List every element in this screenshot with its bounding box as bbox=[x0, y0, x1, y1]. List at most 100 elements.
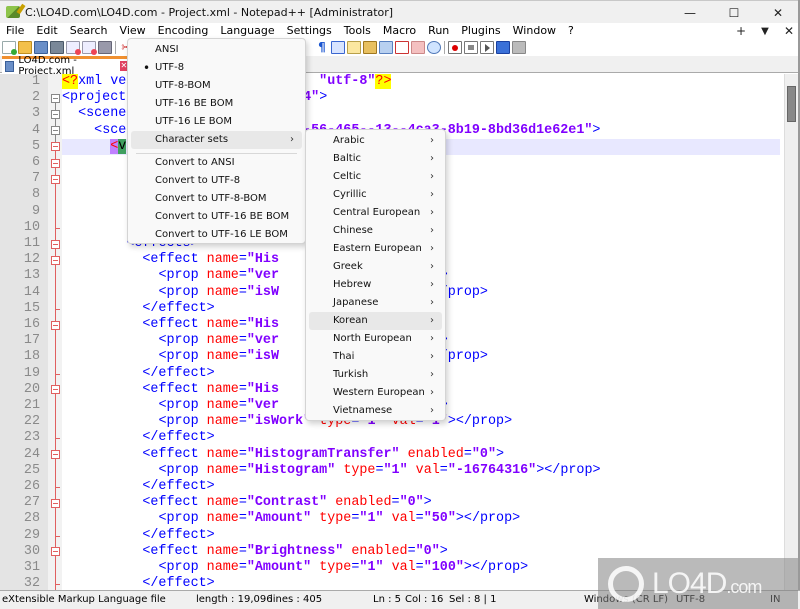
charset-item-vietnamese[interactable]: Vietnamese › bbox=[309, 402, 442, 420]
indent-guide-icon[interactable] bbox=[331, 41, 345, 54]
fold-toggle-icon[interactable] bbox=[51, 109, 60, 119]
code-line[interactable]: <prop name="Histogram" type="1" val="-16… bbox=[62, 463, 780, 479]
close-file-icon[interactable] bbox=[66, 41, 81, 55]
code-line[interactable]: </effect> bbox=[62, 479, 780, 495]
fold-toggle-icon[interactable] bbox=[51, 174, 60, 184]
menu-item-convert-to-ansi[interactable]: Convert to ANSI bbox=[131, 154, 302, 172]
document-list-icon[interactable] bbox=[379, 41, 393, 54]
tab-bar: LO4D.com - Project.xml ✕ bbox=[0, 55, 800, 77]
fold-toggle-icon[interactable] bbox=[51, 126, 60, 136]
charset-item-turkish[interactable]: Turkish › bbox=[309, 366, 442, 384]
vertical-scrollbar[interactable] bbox=[784, 74, 798, 590]
fold-toggle-icon[interactable] bbox=[51, 93, 60, 103]
menu-item-utf-8[interactable]: • UTF-8 bbox=[131, 59, 302, 77]
save-icon[interactable] bbox=[34, 41, 48, 54]
line-number-gutter: 1 2 3 4 5 6 7 8 9 10 11 12 13 14 15 16 17 18 19 20 21 22 23 24 2… bbox=[0, 74, 48, 590]
menu-item-convert-to-utf-16-le-bom[interactable]: Convert to UTF-16 LE BOM bbox=[131, 226, 302, 244]
code-token-tag: <effect bbox=[142, 252, 207, 268]
function-list-icon[interactable] bbox=[395, 41, 409, 54]
line-number: 7 bbox=[31, 171, 40, 187]
fold-toggle-icon[interactable] bbox=[51, 450, 60, 460]
menu-item-label: ANSI bbox=[155, 44, 179, 55]
monitoring-eye-icon[interactable] bbox=[427, 41, 441, 54]
fold-toggle-icon[interactable] bbox=[51, 239, 60, 249]
open-file-icon[interactable] bbox=[18, 41, 32, 54]
fold-toggle-icon[interactable] bbox=[51, 498, 60, 508]
menu-item-label: Chinese bbox=[333, 225, 373, 236]
code-token-val: "His bbox=[246, 381, 280, 397]
charset-item-baltic[interactable]: Baltic › bbox=[309, 150, 442, 168]
menu-item-utf-16-le-bom[interactable]: UTF-16 LE BOM bbox=[131, 113, 302, 131]
scrollbar-thumb[interactable] bbox=[787, 86, 796, 122]
charset-item-eastern-european[interactable]: Eastern European › bbox=[309, 240, 442, 258]
submenu-arrow-icon: › bbox=[430, 153, 434, 164]
charset-item-japanese[interactable]: Japanese › bbox=[309, 294, 442, 312]
document-map-icon[interactable] bbox=[363, 41, 377, 54]
tab-list-dropdown-icon[interactable]: ▼ bbox=[758, 26, 772, 37]
menu-plugins[interactable]: Plugins bbox=[455, 23, 506, 39]
charset-item-celtic[interactable]: Celtic › bbox=[309, 168, 442, 186]
code-line[interactable]: </effect> bbox=[62, 430, 780, 446]
code-token-attr: enabled bbox=[335, 495, 392, 511]
charset-item-cyrillic[interactable]: Cyrillic › bbox=[309, 186, 442, 204]
menu-window[interactable]: Window bbox=[507, 23, 562, 39]
close-window-button[interactable]: ✕ bbox=[756, 1, 800, 24]
charset-item-korean[interactable]: Korean › bbox=[309, 312, 442, 330]
maximize-button[interactable]: ☐ bbox=[712, 1, 756, 24]
minimize-button[interactable]: — bbox=[668, 1, 712, 24]
code-line[interactable]: <effect name="Contrast" enabled="0"> bbox=[62, 495, 780, 511]
menu-settings[interactable]: Settings bbox=[281, 23, 338, 39]
playback-macro-icon[interactable] bbox=[480, 41, 494, 54]
save-macro-icon[interactable] bbox=[512, 41, 526, 54]
menu-item-character-sets[interactable]: Character sets › bbox=[131, 131, 302, 149]
menu-search[interactable]: Search bbox=[64, 23, 114, 39]
save-all-icon[interactable] bbox=[50, 41, 64, 54]
charset-item-greek[interactable]: Greek › bbox=[309, 258, 442, 276]
menu-item-utf-8-bom[interactable]: UTF-8-BOM bbox=[131, 77, 302, 95]
new-file-icon[interactable] bbox=[2, 41, 17, 55]
menu-item-convert-to-utf-8-bom[interactable]: Convert to UTF-8-BOM bbox=[131, 190, 302, 208]
code-line[interactable]: <effect name="HistogramTransfer" enabled… bbox=[62, 447, 780, 463]
menu-item-convert-to-utf-16-be-bom[interactable]: Convert to UTF-16 BE BOM bbox=[131, 208, 302, 226]
menu-item-convert-to-utf-8[interactable]: Convert to UTF-8 bbox=[131, 172, 302, 190]
submenu-arrow-icon: › bbox=[430, 171, 434, 182]
close-all-icon[interactable] bbox=[82, 41, 97, 55]
fold-toggle-icon[interactable] bbox=[51, 142, 60, 152]
fold-toggle-icon[interactable] bbox=[51, 320, 60, 330]
fold-toggle-icon[interactable] bbox=[51, 547, 60, 557]
charset-item-western-european[interactable]: Western European › bbox=[309, 384, 442, 402]
charset-item-thai[interactable]: Thai › bbox=[309, 348, 442, 366]
charset-item-central-european[interactable]: Central European › bbox=[309, 204, 442, 222]
charset-item-arabic[interactable]: Arabic › bbox=[309, 132, 442, 150]
menu-file[interactable]: File bbox=[0, 23, 30, 39]
menu-encoding[interactable]: Encoding bbox=[151, 23, 215, 39]
show-all-characters-icon[interactable]: ¶ bbox=[315, 41, 329, 54]
charset-item-hebrew[interactable]: Hebrew › bbox=[309, 276, 442, 294]
menu-language[interactable]: Language bbox=[214, 23, 280, 39]
fold-toggle-icon[interactable] bbox=[51, 255, 60, 265]
folder-as-workspace-icon[interactable] bbox=[411, 41, 425, 54]
close-document-icon[interactable]: ✕ bbox=[782, 24, 796, 38]
tab-project-xml[interactable]: LO4D.com - Project.xml ✕ bbox=[2, 55, 128, 77]
stop-recording-icon[interactable] bbox=[464, 41, 478, 54]
menu-tools[interactable]: Tools bbox=[338, 23, 377, 39]
line-number: 25 bbox=[23, 462, 40, 478]
word-wrap-icon[interactable] bbox=[347, 41, 361, 54]
charset-item-chinese[interactable]: Chinese › bbox=[309, 222, 442, 240]
menu-edit[interactable]: Edit bbox=[30, 23, 63, 39]
menu-item-ansi[interactable]: ANSI bbox=[131, 41, 302, 59]
menu-view[interactable]: View bbox=[114, 23, 152, 39]
fold-toggle-icon[interactable] bbox=[51, 385, 60, 395]
new-tab-plus-icon[interactable]: + bbox=[734, 24, 748, 38]
run-macro-multiple-icon[interactable] bbox=[496, 41, 510, 54]
print-icon[interactable] bbox=[98, 41, 112, 54]
menu-macro[interactable]: Macro bbox=[377, 23, 422, 39]
menu-help[interactable]: ? bbox=[562, 23, 580, 39]
menu-item-utf-16-be-bom[interactable]: UTF-16 BE BOM bbox=[131, 95, 302, 113]
menu-run[interactable]: Run bbox=[422, 23, 455, 39]
record-macro-icon[interactable] bbox=[448, 41, 462, 54]
fold-toggle-icon[interactable] bbox=[51, 158, 60, 168]
code-line[interactable]: <prop name="Amount" type="1" val="50"></… bbox=[62, 511, 780, 527]
code-line[interactable]: </effect> bbox=[62, 528, 780, 544]
charset-item-north-european[interactable]: North European › bbox=[309, 330, 442, 348]
